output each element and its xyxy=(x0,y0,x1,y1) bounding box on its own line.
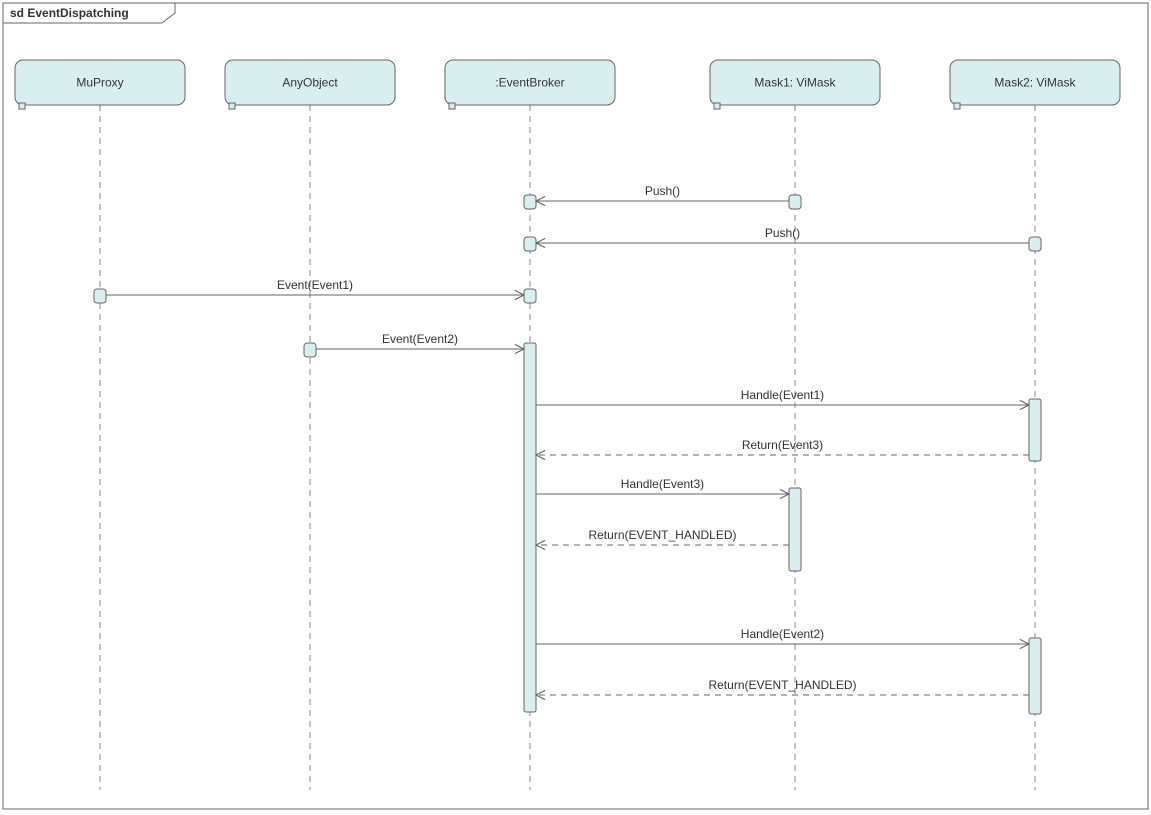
lifeline-head-mu: MuProxy xyxy=(15,60,185,109)
exec-spec-eb-2 xyxy=(524,195,536,209)
message-label-3: Event(Event2) xyxy=(382,332,458,346)
message-label-2: Event(Event1) xyxy=(277,278,353,292)
message-label-0: Push() xyxy=(645,184,680,198)
message-label-1: Push() xyxy=(765,226,800,240)
exec-spec-m2-5 xyxy=(1029,237,1041,251)
message-label-5: Return(Event3) xyxy=(742,438,823,452)
message-label-6: Handle(Event3) xyxy=(621,477,704,491)
exec-spec-m1-8 xyxy=(789,488,801,571)
lifeline-label-any: AnyObject xyxy=(282,76,338,90)
lifeline-head-m1: Mask1: ViMask xyxy=(710,60,880,109)
message-label-9: Return(EVENT_HANDLED) xyxy=(708,678,856,692)
lifeline-label-m2: Mask2: ViMask xyxy=(994,76,1076,90)
lifeline-label-eb: :EventBroker xyxy=(495,76,564,90)
exec-spec-mu-0 xyxy=(94,289,106,303)
message-label-7: Return(EVENT_HANDLED) xyxy=(588,528,736,542)
lifeline-label-m1: Mask1: ViMask xyxy=(754,76,836,90)
lifeline-head-eb: :EventBroker xyxy=(445,60,615,109)
exec-spec-m2-10 xyxy=(1029,638,1041,714)
exec-spec-eb-6 xyxy=(524,289,536,303)
sequence-diagram: sd EventDispatching MuProxy AnyObject :Eve… xyxy=(0,0,1151,812)
message-label-8: Handle(Event2) xyxy=(741,627,824,641)
frame-title: sd EventDispatching xyxy=(10,6,129,20)
exec-spec-eb-7 xyxy=(524,343,536,712)
exec-spec-eb-4 xyxy=(524,237,536,251)
lifeline-head-m2: Mask2: ViMask xyxy=(950,60,1120,109)
message-label-4: Handle(Event1) xyxy=(741,388,824,402)
lifeline-head-any: AnyObject xyxy=(225,60,395,109)
exec-spec-m1-3 xyxy=(789,195,801,209)
exec-spec-m2-9 xyxy=(1029,399,1041,461)
frame-outline xyxy=(3,3,1148,809)
lifeline-label-mu: MuProxy xyxy=(76,76,123,90)
exec-spec-any-1 xyxy=(304,343,316,357)
